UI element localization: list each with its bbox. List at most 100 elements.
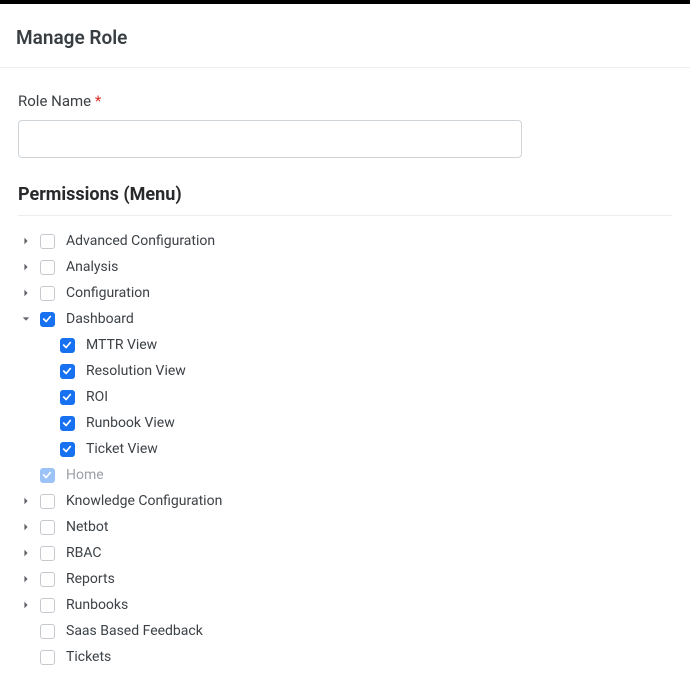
caret-down-icon[interactable] [18, 311, 34, 327]
tree-node-dashboard: Dashboard MTTR View Resolution View ROI Runb… [18, 306, 672, 462]
tree-row: Tickets [18, 644, 672, 670]
permission-checkbox[interactable] [40, 260, 55, 275]
tree-node-advanced-configuration: Advanced Configuration [18, 228, 672, 254]
tree-node-knowledge-configuration: Knowledge Configuration [18, 488, 672, 514]
permission-checkbox[interactable] [40, 234, 55, 249]
permission-checkbox[interactable] [60, 442, 75, 457]
tree-node-label[interactable]: Dashboard [66, 311, 134, 327]
permission-checkbox[interactable] [40, 624, 55, 639]
tree-node-label[interactable]: ROI [86, 389, 108, 405]
permission-checkbox[interactable] [40, 494, 55, 509]
tree-row: Netbot [18, 514, 672, 540]
tree-node-runbook-view: Runbook View [38, 410, 672, 436]
checkbox-wrap [38, 232, 56, 250]
permission-checkbox[interactable] [40, 312, 55, 327]
tree-node-label[interactable]: Analysis [66, 259, 118, 275]
caret-right-icon[interactable] [18, 285, 34, 301]
caret-right-icon[interactable] [18, 597, 34, 613]
tree-node-label[interactable]: Runbook View [86, 415, 175, 431]
tree-node-tickets: Tickets [18, 644, 672, 670]
tree-row: Resolution View [38, 358, 672, 384]
permission-checkbox[interactable] [60, 390, 75, 405]
permission-checkbox[interactable] [40, 598, 55, 613]
role-name-label-text: Role Name [18, 92, 91, 110]
caret-spacer [38, 363, 54, 379]
permissions-heading: Permissions (Menu) [18, 184, 672, 216]
role-name-input[interactable] [18, 120, 522, 158]
required-mark: * [95, 92, 101, 110]
caret-right-icon[interactable] [18, 493, 34, 509]
caret-spacer [38, 337, 54, 353]
tree-node-label[interactable]: Saas Based Feedback [66, 623, 203, 639]
tree-row: Knowledge Configuration [18, 488, 672, 514]
permission-checkbox[interactable] [40, 520, 55, 535]
tree-node-label[interactable]: Ticket View [86, 441, 158, 457]
tree-node-label[interactable]: Knowledge Configuration [66, 493, 222, 509]
permission-checkbox[interactable] [60, 364, 75, 379]
tree-row: Saas Based Feedback [18, 618, 672, 644]
tree-row: ROI [38, 384, 672, 410]
checkbox-wrap [58, 362, 76, 380]
permission-checkbox[interactable] [40, 650, 55, 665]
tree-node-mttr-view: MTTR View [38, 332, 672, 358]
tree-row: Reports [18, 566, 672, 592]
tree-node-label[interactable]: RBAC [66, 545, 102, 561]
tree-node-label[interactable]: Tickets [66, 649, 111, 665]
tree-node-label[interactable]: Netbot [66, 519, 108, 535]
tree-node-label[interactable]: Configuration [66, 285, 150, 301]
checkbox-wrap [38, 648, 56, 666]
tree-node-roi: ROI [38, 384, 672, 410]
caret-right-icon[interactable] [18, 571, 34, 587]
permission-checkbox[interactable] [40, 286, 55, 301]
caret-right-icon[interactable] [18, 233, 34, 249]
caret-spacer [18, 623, 34, 639]
tree-node-analysis: Analysis [18, 254, 672, 280]
checkbox-wrap [38, 596, 56, 614]
tree-node-netbot: Netbot [18, 514, 672, 540]
tree-node-label[interactable]: Advanced Configuration [66, 233, 215, 249]
tree-node-label[interactable]: Reports [66, 571, 115, 587]
checkbox-wrap [38, 570, 56, 588]
permission-checkbox[interactable] [60, 338, 75, 353]
caret-spacer [38, 389, 54, 405]
tree-row: Dashboard [18, 306, 672, 332]
caret-right-icon[interactable] [18, 259, 34, 275]
checkbox-wrap [38, 518, 56, 536]
caret-spacer [38, 415, 54, 431]
checkbox-wrap [38, 492, 56, 510]
tree-node-label[interactable]: MTTR View [86, 337, 157, 353]
checkbox-wrap [38, 310, 56, 328]
checkbox-wrap [58, 388, 76, 406]
tree-row: Ticket View [38, 436, 672, 462]
tree-children: MTTR View Resolution View ROI Runbook View T… [18, 332, 672, 462]
permission-checkbox [40, 468, 55, 483]
caret-spacer [18, 467, 34, 483]
tree-node-rbac: RBAC [18, 540, 672, 566]
permissions-tree: Advanced Configuration Analysis Configurat… [18, 228, 672, 670]
tree-node-resolution-view: Resolution View [38, 358, 672, 384]
page-title: Manage Role [16, 26, 674, 49]
tree-row: Runbook View [38, 410, 672, 436]
tree-row: Advanced Configuration [18, 228, 672, 254]
tree-node-label[interactable]: Runbooks [66, 597, 128, 613]
tree-node-label[interactable]: Home [66, 467, 104, 483]
permission-checkbox[interactable] [40, 546, 55, 561]
caret-spacer [18, 649, 34, 665]
caret-right-icon[interactable] [18, 545, 34, 561]
caret-spacer [38, 441, 54, 457]
caret-right-icon[interactable] [18, 519, 34, 535]
tree-node-configuration: Configuration [18, 280, 672, 306]
role-name-label: Role Name * [18, 92, 672, 110]
tree-row: Configuration [18, 280, 672, 306]
checkbox-wrap [38, 258, 56, 276]
checkbox-wrap [38, 544, 56, 562]
tree-node-ticket-view: Ticket View [38, 436, 672, 462]
permission-checkbox[interactable] [40, 572, 55, 587]
checkbox-wrap [58, 414, 76, 432]
tree-node-label[interactable]: Resolution View [86, 363, 186, 379]
permission-checkbox[interactable] [60, 416, 75, 431]
checkbox-wrap [58, 336, 76, 354]
tree-row: Home [18, 462, 672, 488]
tree-node-reports: Reports [18, 566, 672, 592]
tree-node-home: Home [18, 462, 672, 488]
